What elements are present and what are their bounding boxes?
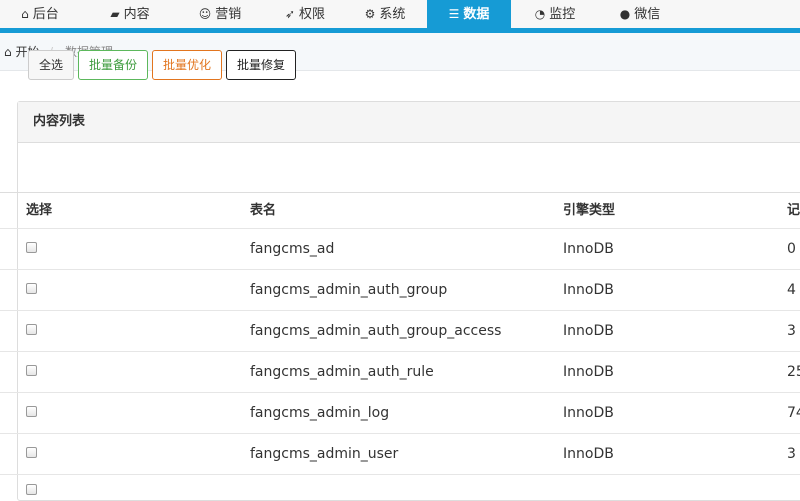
home-icon: ⌂: [4, 45, 12, 59]
nav-label: 权限: [299, 7, 326, 22]
row-checkbox[interactable]: [26, 283, 37, 294]
row-engine: InnoDB: [563, 323, 614, 339]
table-row: fangcms_admin_auth_group_access InnoDB 3: [0, 311, 800, 352]
nav-item-system[interactable]: ⚙ 系统: [345, 0, 425, 30]
col-header-name: 表名: [250, 203, 277, 218]
row-records: 25: [787, 364, 800, 380]
folder-icon: ▰: [110, 7, 120, 21]
batch-repair-button[interactable]: 批量修复: [226, 50, 296, 80]
row-records: 0: [787, 241, 796, 257]
row-engine: InnoDB: [563, 446, 614, 462]
col-header-records: 记: [787, 203, 800, 218]
nav-label: 系统: [379, 7, 406, 22]
table-row: fangcms_ad InnoDB 0: [0, 229, 800, 270]
gear-icon: ⚙: [364, 7, 376, 21]
dashboard-icon: ◔: [534, 7, 546, 21]
row-table-name: fangcms_admin_auth_group_access: [250, 323, 502, 339]
row-checkbox[interactable]: [26, 406, 37, 417]
nav-item-data[interactable]: ☰ 数据: [427, 0, 511, 30]
row-records: 74: [787, 405, 800, 421]
nav-item-home[interactable]: ⌂ 后台: [0, 0, 80, 30]
smile-icon: ☺: [198, 7, 212, 21]
row-table-name: fangcms_admin_auth_group: [250, 282, 448, 298]
home-icon: ⌂: [21, 7, 29, 21]
batch-optimize-button[interactable]: 批量优化: [152, 50, 222, 80]
batch-backup-button[interactable]: 批量备份: [78, 50, 148, 80]
row-records: 3: [787, 323, 796, 339]
row-table-name: fangcms_ad: [250, 241, 335, 257]
top-nav: ⌂ 后台 ▰ 内容 ☺ 营销 ➶ 权限 ⚙ 系统 ☰ 数据 ◔ 监控 ● 微信: [0, 0, 800, 33]
database-icon: ☰: [448, 7, 460, 21]
panel-title: 内容列表: [18, 102, 800, 143]
row-engine: InnoDB: [563, 405, 614, 421]
row-checkbox[interactable]: [26, 447, 37, 458]
row-table-name: fangcms_admin_user: [250, 446, 399, 462]
wechat-icon: ●: [619, 7, 631, 21]
nav-item-monitor[interactable]: ◔ 监控: [515, 0, 595, 30]
nav-label: 微信: [634, 7, 661, 22]
nav-label: 监控: [549, 7, 576, 22]
table-row: fangcms_admin_user InnoDB 3: [0, 434, 800, 475]
col-header-engine: 引擎类型: [563, 203, 616, 218]
row-engine: InnoDB: [563, 282, 614, 298]
row-checkbox[interactable]: [26, 242, 37, 253]
nav-label: 营销: [215, 7, 242, 22]
nav-item-marketing[interactable]: ☺ 营销: [180, 0, 260, 30]
table-header: 选择 表名 引擎类型 记: [0, 193, 800, 229]
row-records: 3: [787, 446, 796, 462]
nav-item-permissions[interactable]: ➶ 权限: [265, 0, 345, 30]
row-checkbox[interactable]: [26, 365, 37, 376]
row-checkbox[interactable]: [26, 324, 37, 335]
nav-label: 数据: [463, 7, 490, 22]
row-engine: InnoDB: [563, 241, 614, 257]
rocket-icon: ➶: [284, 7, 296, 21]
col-header-select: 选择: [26, 203, 53, 218]
nav-label: 内容: [123, 7, 150, 22]
table-row: fangcms_admin_auth_group InnoDB 4: [0, 270, 800, 311]
row-checkbox[interactable]: [26, 484, 37, 495]
select-all-button[interactable]: 全选: [28, 50, 74, 80]
table-row: fangcms_admin_auth_rule InnoDB 25: [0, 352, 800, 393]
row-table-name: fangcms_admin_auth_rule: [250, 364, 434, 380]
table-row: fangcms_admin_log InnoDB 74: [0, 393, 800, 434]
row-records: 4: [787, 282, 796, 298]
nav-item-wechat[interactable]: ● 微信: [600, 0, 680, 30]
row-engine: InnoDB: [563, 364, 614, 380]
row-table-name: fangcms_admin_log: [250, 405, 390, 421]
nav-item-content[interactable]: ▰ 内容: [90, 0, 170, 30]
nav-label: 后台: [32, 7, 59, 22]
